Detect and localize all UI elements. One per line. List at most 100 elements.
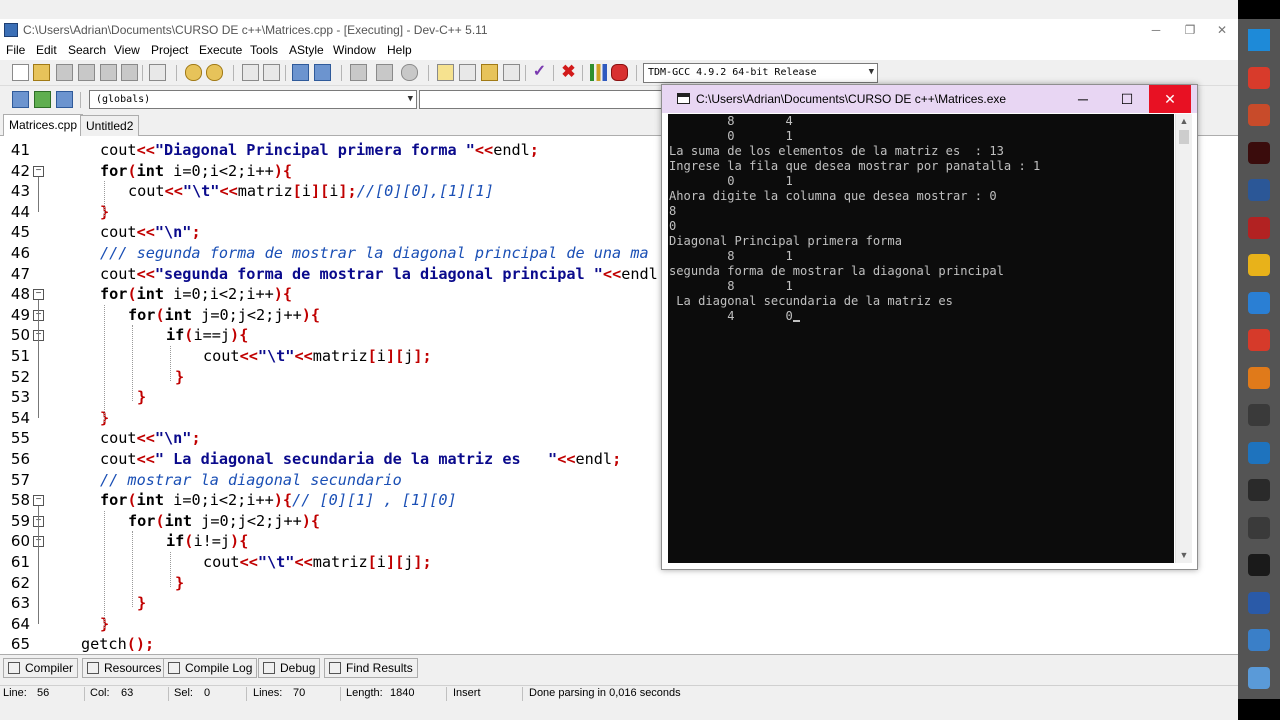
menu-window[interactable]: Window — [333, 43, 376, 57]
toggle-bookmark-icon[interactable] — [350, 64, 367, 81]
menu-view[interactable]: View — [114, 43, 140, 57]
members-select[interactable] — [419, 90, 664, 109]
blue-app-icon[interactable] — [1248, 441, 1270, 464]
find-icon[interactable] — [242, 64, 259, 81]
menu-edit[interactable]: Edit — [36, 43, 57, 57]
chrome-icon[interactable] — [1248, 254, 1270, 276]
compile-icon[interactable] — [437, 64, 454, 81]
compile-run-icon[interactable] — [481, 64, 498, 81]
code-line[interactable]: for(int i=0;i<2;i++){// [0][1] , [1][0] — [100, 490, 457, 511]
compiler-select[interactable]: TDM-GCC 4.9.2 64-bit Release ▼ — [643, 63, 878, 83]
code-line[interactable]: cout<<"\n"; — [100, 428, 201, 449]
tab-resources[interactable]: Resources — [82, 658, 167, 678]
code-line[interactable]: cout<<"segunda forma de mostrar la diago… — [100, 264, 658, 285]
camera-icon[interactable] — [1248, 554, 1270, 576]
code-line[interactable]: for(int j=0;j<2;j++){ — [128, 511, 320, 532]
scroll-thumb[interactable] — [1179, 130, 1189, 144]
code-line[interactable]: cout<<"\t"<<matriz[i][j]; — [203, 552, 432, 573]
menu-file[interactable]: File — [6, 43, 25, 57]
print-icon[interactable] — [149, 64, 166, 81]
scroll-down-icon[interactable]: ▼ — [1176, 548, 1192, 563]
help-icon[interactable] — [1248, 516, 1270, 539]
syntax-check-icon[interactable]: ✓ — [531, 64, 548, 81]
save-all-icon[interactable] — [78, 64, 95, 81]
code-line[interactable]: if(i!=j){ — [166, 531, 248, 552]
replace-icon[interactable] — [263, 64, 280, 81]
console-output[interactable]: 8 4 0 1 La suma de los elementos de la ma… — [668, 114, 1174, 563]
console-maximize-button[interactable]: ☐ — [1105, 85, 1149, 113]
maximize-button[interactable]: ❐ — [1174, 19, 1206, 41]
sublime-icon[interactable] — [1248, 404, 1270, 426]
tab-compile-log[interactable]: Compile Log — [163, 658, 258, 678]
goto-icon[interactable] — [34, 91, 51, 108]
console-scrollbar[interactable]: ▲ ▼ — [1175, 114, 1192, 563]
code-line[interactable]: for(int i=0;i<2;i++){ — [100, 161, 292, 182]
undo-icon[interactable] — [185, 64, 202, 81]
scroll-up-icon[interactable]: ▲ — [1176, 114, 1192, 129]
paint-icon[interactable] — [1248, 104, 1270, 126]
close-button[interactable]: ✕ — [1206, 19, 1238, 41]
delete-profile-icon[interactable] — [611, 64, 628, 81]
console-minimize-button[interactable]: ─ — [1061, 85, 1105, 113]
code-line[interactable]: cout<<"\n"; — [100, 222, 201, 243]
tab-untitled2[interactable]: Untitled2 — [80, 115, 140, 136]
star-icon[interactable] — [1248, 329, 1270, 351]
code-line[interactable]: /// segunda forma de mostrar la diagonal… — [100, 243, 649, 264]
code-line[interactable]: } — [175, 573, 184, 594]
menu-project[interactable]: Project — [151, 43, 188, 57]
menu-search[interactable]: Search — [68, 43, 106, 57]
code-line[interactable]: for(int i=0;i<2;i++){ — [100, 284, 292, 305]
code-line[interactable]: } — [137, 387, 146, 408]
code-line[interactable]: cout<<"\t"<<matriz[i][j]; — [203, 346, 432, 367]
profile-chart-icon[interactable] — [590, 64, 607, 81]
tab-compiler[interactable]: Compiler — [3, 658, 79, 678]
goto-line-icon[interactable] — [292, 64, 309, 81]
animate-icon[interactable] — [1248, 141, 1270, 164]
goto-bookmark-icon[interactable] — [376, 64, 393, 81]
close-file-icon[interactable] — [100, 64, 117, 81]
console-close-button[interactable]: ✕ — [1149, 85, 1191, 113]
class-browser-icon[interactable] — [56, 91, 73, 108]
code-line[interactable]: cout<<"\t"<<matriz[i][i];//[0][0],[1][1] — [128, 181, 494, 202]
code-line[interactable]: } — [175, 367, 184, 388]
windows-icon[interactable] — [1248, 29, 1270, 51]
menu-astyle[interactable]: AStyle — [289, 43, 324, 57]
menu-execute[interactable]: Execute — [199, 43, 242, 57]
devcpp-icon[interactable] — [1248, 591, 1270, 614]
run-icon[interactable] — [459, 64, 476, 81]
rebuild-icon[interactable] — [503, 64, 520, 81]
menu-tools[interactable]: Tools — [250, 43, 278, 57]
code-line[interactable]: getch(); — [81, 634, 154, 654]
code-line[interactable]: if(i==j){ — [166, 325, 248, 346]
code-line[interactable]: cout<<"Diagonal Principal primera forma … — [100, 140, 539, 161]
code-line[interactable]: cout<<" La diagonal secundaria de la mat… — [100, 449, 621, 470]
tab-matrices-cpp[interactable]: Matrices.cpp — [3, 114, 84, 137]
close-all-icon[interactable] — [121, 64, 138, 81]
code-line[interactable]: for(int j=0;j<2;j++){ — [128, 305, 320, 326]
minimize-button[interactable]: ─ — [1140, 19, 1172, 41]
tab-find-results[interactable]: Find Results — [324, 658, 418, 678]
redo-icon[interactable] — [206, 64, 223, 81]
new-file-icon[interactable] — [12, 64, 29, 81]
java-icon[interactable] — [1248, 366, 1270, 389]
indent-icon[interactable] — [314, 64, 331, 81]
steam-icon[interactable] — [1248, 479, 1270, 501]
scope-select[interactable]: (globals) ▼ — [89, 90, 417, 109]
menu-help[interactable]: Help — [387, 43, 412, 57]
insert-icon[interactable] — [12, 91, 29, 108]
box-icon[interactable] — [1248, 629, 1270, 651]
code-line[interactable]: } — [137, 593, 146, 614]
stop-execution-icon[interactable]: ✖ — [560, 63, 577, 81]
fold-toggle-icon[interactable]: − — [33, 495, 44, 507]
tab-debug[interactable]: Debug — [258, 658, 321, 678]
typing-icon[interactable] — [1248, 216, 1270, 239]
open-file-icon[interactable] — [33, 64, 50, 81]
pen-icon[interactable] — [1248, 666, 1270, 689]
firefox-icon[interactable] — [1248, 291, 1270, 314]
code-line[interactable]: // mostrar la diagonal secundario — [100, 470, 402, 491]
save-icon[interactable] — [56, 64, 73, 81]
chrome-alt-icon[interactable] — [1248, 66, 1270, 89]
word-icon[interactable] — [1248, 179, 1270, 201]
fold-toggle-icon[interactable]: − — [33, 289, 44, 301]
fold-toggle-icon[interactable]: − — [33, 165, 44, 177]
